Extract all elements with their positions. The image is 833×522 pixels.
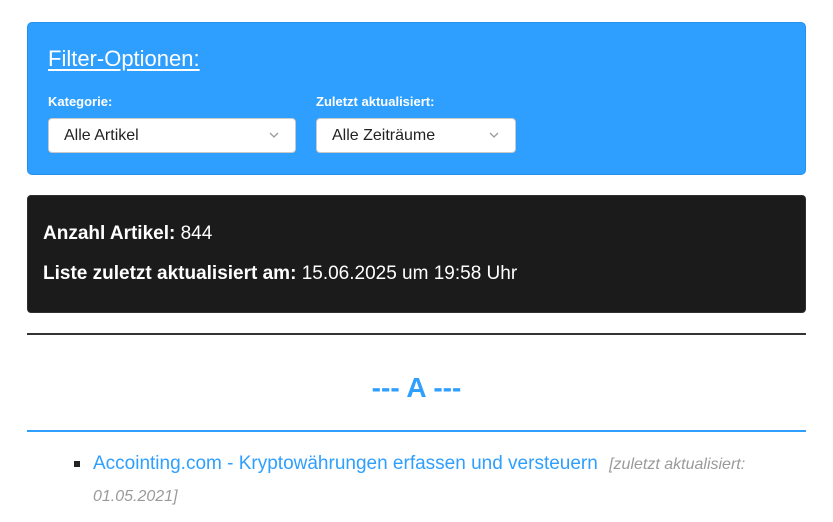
- article-count-line: Anzahl Artikel: 844: [43, 223, 212, 245]
- category-select-value: Alle Artikel: [64, 127, 139, 144]
- letter-section-heading: --- A ---: [371, 372, 462, 403]
- updated-select-value: Alle Zeiträume: [332, 127, 436, 144]
- list-bullet: [74, 461, 80, 467]
- updated-label: Zuletzt aktualisiert:: [316, 94, 435, 109]
- article-count-label: Anzahl Artikel:: [43, 223, 176, 244]
- list-updated-label: Liste zuletzt aktualisiert am:: [43, 263, 297, 284]
- article-link[interactable]: Accointing.com - Kryptowährungen erfasse…: [93, 453, 598, 474]
- category-filter: Kategorie: Alle Artikel: [48, 94, 296, 153]
- category-label: Kategorie:: [48, 94, 113, 109]
- section-divider: [27, 333, 806, 335]
- article-list: Accointing.com - Kryptowährungen erfasse…: [27, 448, 806, 512]
- list-updated-value: 15.06.2025 um 19:58 Uhr: [301, 263, 518, 284]
- chevron-down-icon: [269, 132, 279, 138]
- list-updated-line: Liste zuletzt aktualisiert am: 15.06.202…: [43, 263, 517, 285]
- filter-options-panel: Filter-Optionen: Kategorie: Alle Artikel…: [27, 22, 806, 175]
- updated-filter: Zuletzt aktualisiert: Alle Zeiträume: [316, 94, 516, 153]
- chevron-down-icon: [489, 132, 499, 138]
- updated-select[interactable]: Alle Zeiträume: [316, 118, 516, 153]
- article-count-value: 844: [180, 223, 213, 244]
- filter-title: Filter-Optionen:: [48, 46, 200, 71]
- list-info-panel: Anzahl Artikel: 844 Liste zuletzt aktual…: [27, 195, 806, 313]
- list-item: Accointing.com - Kryptowährungen erfasse…: [27, 448, 806, 512]
- category-select[interactable]: Alle Artikel: [48, 118, 296, 153]
- letter-heading-divider: [27, 430, 806, 432]
